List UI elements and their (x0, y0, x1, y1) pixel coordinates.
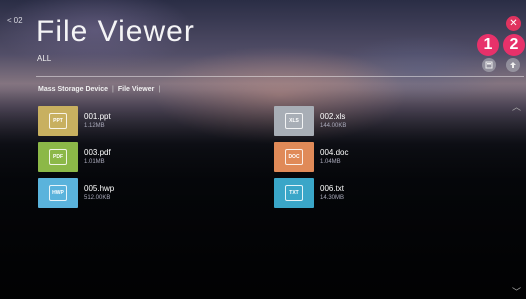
xls-file-icon: XLS (285, 113, 303, 129)
file-name: 003.pdf (84, 148, 111, 157)
file-name: 001.ppt (84, 112, 111, 121)
file-thumbnail: DOC (274, 142, 314, 172)
file-name: 006.txt (320, 184, 345, 193)
chevron-up-icon[interactable]: ︿ (512, 100, 521, 113)
file-item-003[interactable]: PDF 003.pdf 1.01MB (38, 142, 238, 172)
chevron-down-icon[interactable]: ﹀ (512, 285, 521, 298)
txt-file-icon: TXT (285, 185, 303, 201)
chevron-left-icon: < (7, 16, 12, 25)
file-name: 004.doc (320, 148, 349, 157)
doc-file-icon: DOC (285, 149, 303, 165)
file-item-006[interactable]: TXT 006.txt 14.30MB (274, 178, 474, 208)
file-size: 1.01MB (84, 159, 105, 165)
file-name: 002.xls (320, 112, 346, 121)
pdf-file-icon: PDF (49, 149, 67, 165)
file-item-005[interactable]: HWP 005.hwp 512.00KB (38, 178, 238, 208)
storage-icon (485, 61, 493, 69)
hwp-file-icon: HWP (49, 185, 67, 201)
file-item-004[interactable]: DOC 004.doc 1.04MB (274, 142, 474, 172)
file-size: 512.00KB (84, 195, 111, 201)
breadcrumb-separator: | (112, 86, 114, 93)
upload-button[interactable] (506, 58, 520, 72)
breadcrumb-item-storage[interactable]: Mass Storage Device (38, 86, 108, 93)
breadcrumb-item-file-viewer[interactable]: File Viewer (118, 86, 154, 93)
upload-icon (510, 62, 516, 68)
callout-2: 2 (503, 34, 525, 56)
back-label: 02 (13, 16, 23, 25)
page-title: File Viewer (36, 15, 195, 48)
ppt-file-icon: PPT (49, 113, 67, 129)
storage-button[interactable] (482, 58, 496, 72)
breadcrumb-separator: | (158, 86, 161, 93)
file-name: 005.hwp (84, 184, 115, 193)
back-button[interactable]: < 02 (7, 16, 23, 25)
callout-1: 1 (477, 34, 499, 56)
file-thumbnail: PDF (38, 142, 78, 172)
file-item-001[interactable]: PPT 001.ppt 1.12MB (38, 106, 238, 136)
file-size: 144.00KB (320, 123, 347, 129)
file-item-002[interactable]: XLS 002.xls 144.00KB (274, 106, 474, 136)
breadcrumb: Mass Storage Device | File Viewer | (38, 86, 160, 93)
filter-label: ALL (37, 54, 52, 63)
file-thumbnail: HWP (38, 178, 78, 208)
close-icon: ✕ (509, 17, 518, 29)
file-size: 14.30MB (320, 195, 345, 201)
file-size: 1.04MB (320, 159, 341, 165)
file-thumbnail: TXT (274, 178, 314, 208)
file-size: 1.12MB (84, 123, 105, 129)
file-thumbnail: PPT (38, 106, 78, 136)
file-thumbnail: XLS (274, 106, 314, 136)
header-divider (36, 76, 524, 77)
close-button[interactable]: ✕ (506, 16, 521, 31)
